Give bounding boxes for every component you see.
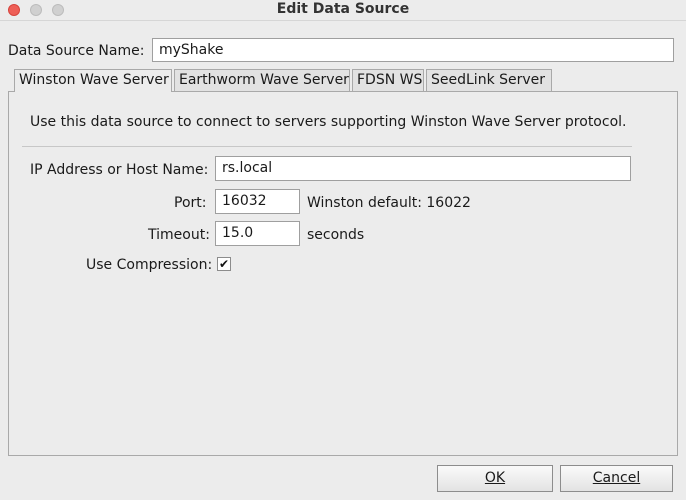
tab-label: Earthworm Wave Server	[179, 72, 349, 88]
data-source-name-input[interactable]: myShake	[152, 38, 674, 62]
checkmark-icon: ✔	[218, 257, 230, 271]
compression-label: Use Compression:	[86, 257, 213, 273]
host-label: IP Address or Host Name:	[30, 162, 209, 178]
port-hint: Winston default: 16022	[307, 195, 471, 211]
tab-winston-wave-server[interactable]: Winston Wave Server	[14, 69, 172, 92]
host-input[interactable]: rs.local	[215, 156, 631, 181]
port-input[interactable]: 16032	[215, 189, 300, 214]
timeout-label: Timeout:	[148, 227, 210, 243]
timeout-unit: seconds	[307, 227, 365, 243]
panel-description: Use this data source to connect to serve…	[30, 114, 627, 130]
title-bar: Edit Data Source	[0, 0, 686, 21]
cancel-button-label: Cancel	[592, 470, 641, 486]
divider	[22, 146, 632, 147]
window-title: Edit Data Source	[276, 1, 410, 17]
tab-label: SeedLink Server	[431, 72, 546, 88]
tab-fdsn-ws[interactable]: FDSN WS	[352, 69, 424, 91]
timeout-input[interactable]: 15.0	[215, 221, 300, 246]
port-label: Port:	[174, 195, 207, 211]
tab-label: FDSN WS	[357, 72, 423, 88]
tab-seedlink-server[interactable]: SeedLink Server	[426, 69, 552, 91]
tab-label: Winston Wave Server	[19, 72, 169, 88]
tab-earthworm-wave-server[interactable]: Earthworm Wave Server	[174, 69, 350, 91]
data-source-name-label: Data Source Name:	[8, 43, 145, 59]
ok-button[interactable]: OK	[437, 465, 553, 492]
compression-checkbox[interactable]: ✔	[217, 257, 231, 271]
cancel-button[interactable]: Cancel	[560, 465, 673, 492]
ok-button-label: OK	[484, 470, 506, 486]
